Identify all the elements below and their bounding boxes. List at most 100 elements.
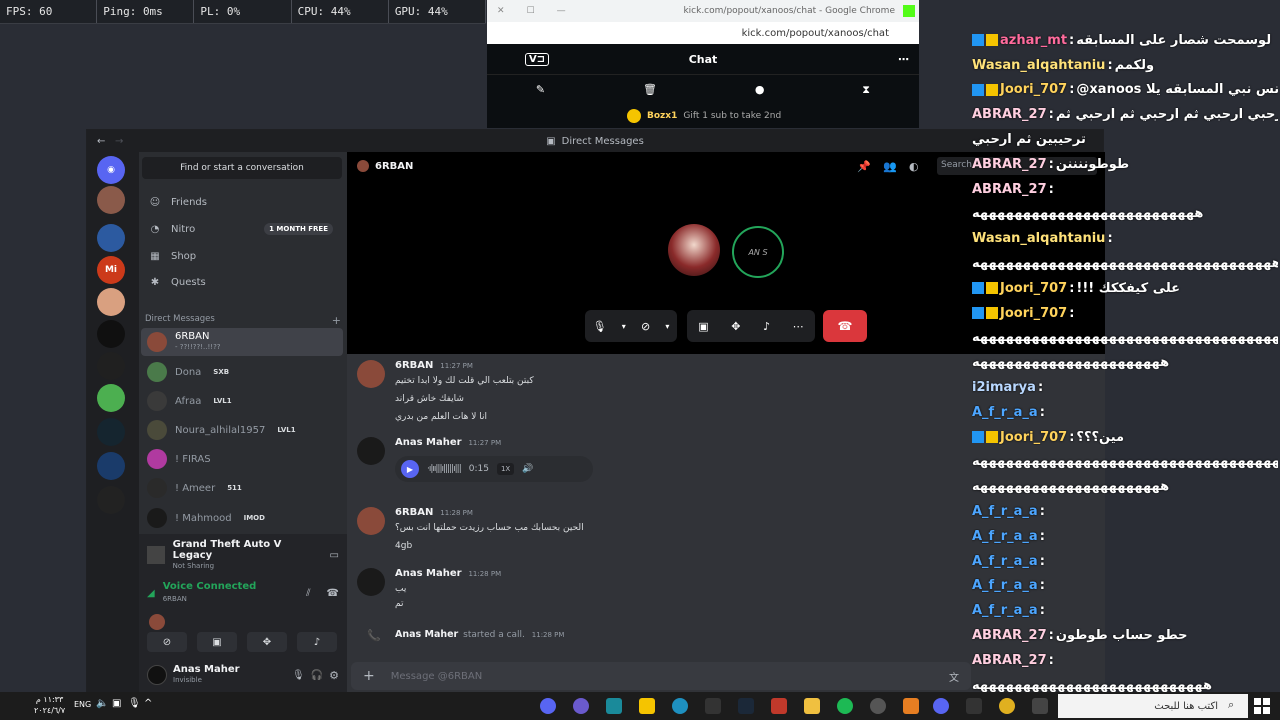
author-name[interactable]: Anas Maher — [395, 568, 462, 579]
avatar[interactable] — [357, 568, 385, 596]
hourglass-icon[interactable]: ⧗ — [862, 83, 870, 97]
more-icon[interactable]: ⋯ — [793, 320, 804, 333]
more-icon[interactable]: ⋯ — [898, 53, 909, 66]
forward-icon[interactable]: → — [115, 136, 123, 147]
server-icon[interactable] — [97, 418, 125, 446]
app-icon[interactable] — [639, 698, 655, 714]
chevron-up-icon[interactable]: ^ — [144, 698, 152, 709]
kick-chat-username[interactable]: ABRAR_27 — [972, 107, 1047, 122]
kick-chat-username[interactable]: ABRAR_27 — [972, 182, 1047, 197]
nav-nitro[interactable]: ◔ Nitro 1 MONTH FREE — [143, 217, 343, 241]
kick-chat-username[interactable]: Joori_707 — [1000, 82, 1067, 97]
maximize-icon[interactable]: ☐ — [527, 6, 535, 16]
dm-item[interactable]: 6RBAN - ??!!??!..!!?? — [141, 328, 343, 356]
kick-chat-username[interactable]: Wasan_alqahtaniu — [972, 58, 1105, 73]
add-attachment-icon[interactable]: + — [363, 668, 375, 684]
kick-chat-username[interactable]: A_f_r_a_a — [972, 529, 1038, 544]
screen-share-icon[interactable]: ▣ — [698, 320, 708, 333]
network-icon[interactable]: ▣ — [112, 698, 121, 709]
message-composer[interactable]: + Message @6RBAN 文 — [351, 662, 971, 690]
soundboard-icon[interactable]: ♪ — [763, 320, 770, 333]
chrome-icon[interactable] — [999, 698, 1015, 714]
avatar[interactable] — [357, 507, 385, 535]
chrome-popout-window[interactable]: ✕ ☐ — kick.com/popout/xanoos/chat - Goog… — [487, 0, 919, 128]
kick-chat-username[interactable]: A_f_r_a_a — [972, 578, 1038, 593]
end-call-button[interactable]: ☎ — [823, 310, 867, 342]
discord-window[interactable]: ← → ▣ Direct Messages ◉ Mi Find or start… — [86, 129, 1105, 692]
app-icon[interactable] — [771, 698, 787, 714]
app-icon[interactable] — [573, 698, 589, 714]
camera-off-icon[interactable]: ⊘ — [641, 320, 650, 333]
popout-icon[interactable]: V⊐ — [525, 52, 550, 66]
author-name[interactable]: 6RBAN — [395, 507, 433, 518]
disconnect-icon[interactable]: ☎ — [327, 588, 339, 599]
minimize-icon[interactable]: — — [557, 6, 566, 16]
add-friend-icon[interactable]: 👥 — [883, 160, 897, 173]
dm-item[interactable]: Noura_alhilal1957 LVL1 — [141, 416, 343, 444]
author-name[interactable]: 6RBAN — [395, 360, 433, 371]
kick-chat-username[interactable]: A_f_r_a_a — [972, 603, 1038, 618]
kick-chat-username[interactable]: azhar_mt — [1000, 33, 1067, 48]
app-icon[interactable] — [966, 698, 982, 714]
nav-quests[interactable]: ✱ Quests — [143, 270, 343, 294]
waveform[interactable]: ·ı|ıı|||ı|||||ı||| — [427, 464, 462, 474]
app-icon[interactable] — [606, 698, 622, 714]
address-bar[interactable]: kick.com/popout/xanoos/chat — [487, 22, 919, 44]
author-name[interactable]: Anas Maher — [395, 629, 458, 640]
profile-icon[interactable]: ◐ — [909, 160, 919, 173]
screen-share-icon[interactable]: ▭ — [330, 550, 339, 561]
dm-item[interactable]: ! Mahmood IMOD — [141, 504, 343, 532]
avatar[interactable] — [357, 360, 385, 388]
activities-button[interactable]: ✥ — [247, 632, 287, 652]
avatar[interactable] — [147, 665, 167, 685]
chat-bubble-icon[interactable]: ● — [755, 83, 765, 96]
kick-chat-username[interactable]: ABRAR_27 — [972, 628, 1047, 643]
clock[interactable]: ١١:٣٣ م ٢٠٢٤/٦/٧ — [34, 694, 65, 716]
activities-icon[interactable]: ✥ — [731, 320, 740, 333]
kick-chat-username[interactable]: Joori_707 — [1000, 281, 1067, 296]
server-icon[interactable]: Mi — [97, 256, 125, 284]
noise-suppression-icon[interactable]: ⫽ — [306, 588, 310, 599]
settings-gear-icon[interactable]: ⚙ — [329, 669, 339, 682]
server-icon[interactable] — [97, 224, 125, 252]
add-dm-icon[interactable]: + — [332, 314, 341, 327]
volume-icon[interactable]: 🔈 — [96, 698, 108, 709]
discord-home-icon[interactable]: ◉ — [97, 156, 125, 184]
search-icon[interactable]: ⌕ — [1228, 698, 1234, 712]
translate-icon[interactable]: 文 — [949, 669, 959, 684]
server-icon[interactable] — [97, 288, 125, 316]
play-icon[interactable]: ▶ — [401, 460, 419, 478]
dm-item[interactable]: ! FIRAS — [141, 445, 343, 473]
close-icon[interactable]: ✕ — [497, 6, 505, 16]
mic-icon[interactable]: 🎙 — [128, 698, 141, 709]
nav-friends[interactable]: ☺ Friends — [143, 190, 343, 214]
chevron-down-icon[interactable]: ▾ — [622, 322, 626, 331]
trash-icon[interactable]: 🗑 — [643, 83, 657, 96]
server-icon[interactable] — [97, 486, 125, 514]
back-icon[interactable]: ← — [97, 136, 105, 147]
kick-chat-username[interactable]: A_f_r_a_a — [972, 554, 1038, 569]
kick-chat-username[interactable]: A_f_r_a_a — [972, 405, 1038, 420]
server-icon[interactable] — [97, 384, 125, 412]
camera-button[interactable]: ⊘ — [147, 632, 187, 652]
app-icon[interactable] — [540, 698, 556, 714]
server-icon[interactable] — [97, 320, 125, 348]
avatar[interactable] — [357, 437, 385, 465]
server-icon[interactable] — [97, 452, 125, 480]
kick-chat-username[interactable]: ABRAR_27 — [972, 157, 1047, 172]
kick-chat-username[interactable]: ABRAR_27 — [972, 653, 1047, 668]
volume-icon[interactable]: 🔊 — [522, 464, 533, 474]
app-icon[interactable] — [705, 698, 721, 714]
folder-icon[interactable] — [804, 698, 820, 714]
task-view-icon[interactable] — [1032, 698, 1048, 714]
kick-chat-username[interactable]: Joori_707 — [1000, 306, 1067, 321]
author-name[interactable]: Anas Maher — [395, 437, 462, 448]
headset-icon[interactable]: 🎧 — [311, 670, 323, 681]
mic-icon[interactable]: 🎙 — [593, 320, 607, 333]
find-conversation-button[interactable]: Find or start a conversation — [142, 157, 342, 179]
server-icon[interactable] — [97, 352, 125, 380]
dm-item[interactable]: Dona SXB — [141, 358, 343, 386]
steam-icon[interactable] — [738, 698, 754, 714]
chrome-titlebar[interactable]: ✕ ☐ — kick.com/popout/xanoos/chat - Goog… — [487, 0, 919, 22]
pin-icon[interactable]: 📌 — [857, 160, 871, 173]
